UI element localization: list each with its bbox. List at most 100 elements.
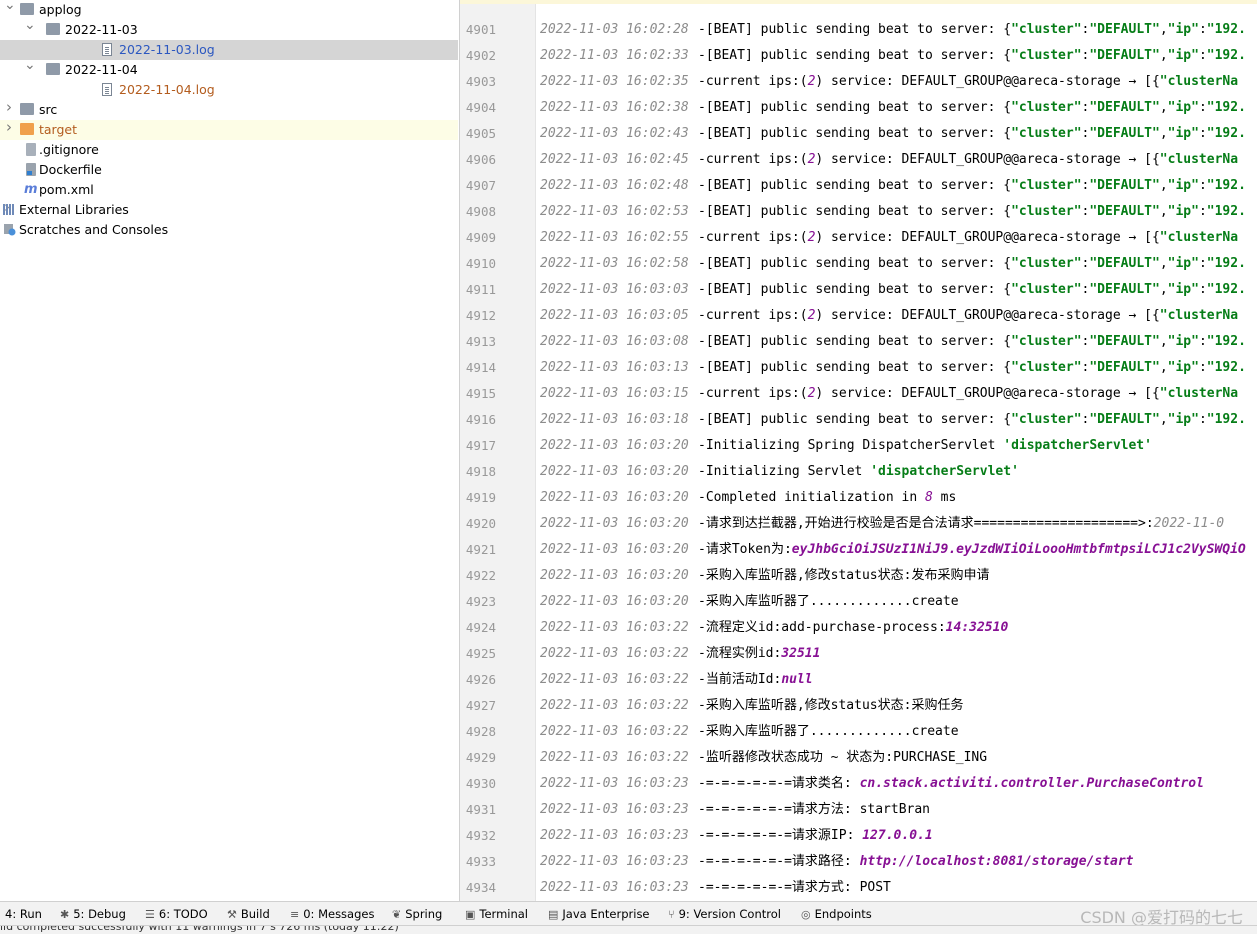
log-timestamp: 2022-11-03 16:03:20: [540, 568, 689, 583]
tool-window-run[interactable]: 4: Run: [5, 902, 42, 926]
log-message: -[BEAT] public sending beat to server: {…: [698, 412, 1246, 427]
log-line[interactable]: 4925 2022-11-03 16:03:22 -流程实例id:32511: [460, 641, 1257, 667]
log-message: -请求Token为:eyJhbGciOiJSUzI1NiJ9.eyJzdWIiO…: [698, 542, 1246, 557]
tree-item[interactable]: 2022-11-03.log: [0, 40, 458, 60]
log-line[interactable]: 4917 2022-11-03 16:03:20 -Initializing Spr…: [460, 433, 1257, 459]
log-line[interactable]: 4903 2022-11-03 16:02:35 -current ips:(2) …: [460, 69, 1257, 95]
log-timestamp: 2022-11-03 16:03:20: [540, 438, 689, 453]
log-line[interactable]: 4920 2022-11-03 16:03:20 -请求到达拦截器,开始进行校验是否…: [460, 511, 1257, 537]
log-line[interactable]: 4931 2022-11-03 16:03:23 -=-=-=-=-=-=请求方法:…: [460, 797, 1257, 823]
chevron-right-icon[interactable]: ›: [4, 120, 14, 135]
log-line[interactable]: 4902 2022-11-03 16:02:33 -[BEAT] public se…: [460, 43, 1257, 69]
folder-orange-icon: [20, 123, 34, 135]
log-line[interactable]: 4913 2022-11-03 16:03:08 -[BEAT] public se…: [460, 329, 1257, 355]
tool-window-messages[interactable]: ≡ 0: Messages: [290, 902, 374, 926]
log-line[interactable]: 4922 2022-11-03 16:03:20 -采购入库监听器,修改status…: [460, 563, 1257, 589]
project-tree: ⌄ applog ⌄ 2022-11-03 2022-11-03.log ⌄ 2022-11…: [0, 0, 458, 901]
log-line[interactable]: 4916 2022-11-03 16:03:18 -[BEAT] public se…: [460, 407, 1257, 433]
tree-item[interactable]: Scratches and Consoles: [0, 220, 458, 240]
tool-window-spring[interactable]: ❦ Spring: [392, 902, 442, 926]
tool-window-java-enterprise[interactable]: ▤ Java Enterprise: [548, 902, 650, 926]
spring-icon: ❦: [392, 907, 402, 921]
line-number: 4932: [465, 828, 496, 843]
log-line[interactable]: 4932 2022-11-03 16:03:23 -=-=-=-=-=-=请求源IP…: [460, 823, 1257, 849]
line-number: 4915: [465, 386, 496, 401]
log-line[interactable]: 4934 2022-11-03 16:03:23 -=-=-=-=-=-=请求方式:…: [460, 875, 1257, 901]
log-message: -监听器修改状态成功 ~ 状态为:PURCHASE_ING: [698, 750, 988, 765]
log-line[interactable]: 4905 2022-11-03 16:02:43 -[BEAT] public se…: [460, 121, 1257, 147]
log-line[interactable]: 4911 2022-11-03 16:03:03 -[BEAT] public se…: [460, 277, 1257, 303]
log-line[interactable]: 4923 2022-11-03 16:03:20 -采购入库监听器了........…: [460, 589, 1257, 615]
log-message: -[BEAT] public sending beat to server: {…: [698, 204, 1246, 219]
log-line[interactable]: 4921 2022-11-03 16:03:20 -请求Token为:eyJhbGc…: [460, 537, 1257, 563]
log-line[interactable]: 4929 2022-11-03 16:03:22 -监听器修改状态成功 ~ 状态为:…: [460, 745, 1257, 771]
tree-item[interactable]: 2022-11-04.log: [0, 80, 458, 100]
tree-item[interactable]: › target: [0, 120, 458, 140]
tree-item[interactable]: m pom.xml: [0, 180, 458, 200]
tree-item[interactable]: ⌄ 2022-11-03: [0, 18, 458, 40]
log-message: -采购入库监听器了.............create: [698, 724, 959, 739]
tree-item[interactable]: ›External Libraries: [0, 200, 458, 220]
tree-item-label: .gitignore: [39, 142, 99, 157]
line-number: 4922: [465, 568, 496, 583]
log-message: -[BEAT] public sending beat to server: {…: [698, 256, 1246, 271]
log-message: -Initializing Spring DispatcherServlet '…: [698, 438, 1152, 453]
log-message: -current ips:(2) service: DEFAULT_GROUP@…: [698, 74, 1239, 89]
log-line[interactable]: 4901 2022-11-03 16:02:28 -[BEAT] public se…: [460, 17, 1257, 43]
line-number: 4934: [465, 880, 496, 895]
log-editor[interactable]: 4901 2022-11-03 16:02:28 -[BEAT] public se…: [459, 0, 1257, 901]
log-line[interactable]: 4927 2022-11-03 16:03:22 -采购入库监听器,修改status…: [460, 693, 1257, 719]
tool-window-debug[interactable]: ✱ 5: Debug: [60, 902, 126, 926]
tool-window-todo[interactable]: ☰ 6: TODO: [145, 902, 208, 926]
log-line[interactable]: 4915 2022-11-03 16:03:15 -current ips:(2) …: [460, 381, 1257, 407]
log-line[interactable]: 4933 2022-11-03 16:03:23 -=-=-=-=-=-=请求路径:…: [460, 849, 1257, 875]
log-message: -current ips:(2) service: DEFAULT_GROUP@…: [698, 308, 1239, 323]
log-line[interactable]: 4907 2022-11-03 16:02:48 -[BEAT] public se…: [460, 173, 1257, 199]
tree-item[interactable]: Dockerfile: [0, 160, 458, 180]
line-number: 4907: [465, 178, 496, 193]
tree-item[interactable]: ⌄ 2022-11-04: [0, 58, 458, 80]
log-line[interactable]: 4926 2022-11-03 16:03:22 -当前活动Id:null: [460, 667, 1257, 693]
log-timestamp: 2022-11-03 16:03:08: [540, 334, 689, 349]
log-line[interactable]: 4910 2022-11-03 16:02:58 -[BEAT] public se…: [460, 251, 1257, 277]
chevron-down-icon[interactable]: ⌄: [24, 18, 36, 32]
tool-window-endpoints[interactable]: ◎ Endpoints: [801, 902, 872, 926]
libraries-icon: [3, 203, 17, 215]
log-line[interactable]: 4918 2022-11-03 16:03:20 -Initializing Ser…: [460, 459, 1257, 485]
chevron-down-icon[interactable]: ⌄: [24, 58, 36, 72]
log-line[interactable]: 4908 2022-11-03 16:02:53 -[BEAT] public se…: [460, 199, 1257, 225]
folder-icon: [20, 103, 34, 115]
log-line[interactable]: 4914 2022-11-03 16:03:13 -[BEAT] public se…: [460, 355, 1257, 381]
tool-window-build[interactable]: ⚒ Build: [227, 902, 270, 926]
log-line[interactable]: 4930 2022-11-03 16:03:23 -=-=-=-=-=-=请求类名:…: [460, 771, 1257, 797]
line-number: 4904: [465, 100, 496, 115]
tree-item[interactable]: .gitignore: [0, 140, 458, 160]
tree-item-label: 2022-11-03.log: [119, 42, 215, 57]
line-number: 4920: [465, 516, 496, 531]
log-timestamp: 2022-11-03 16:03:23: [540, 880, 689, 895]
tool-window-version-control[interactable]: ⑂ 9: Version Control: [668, 902, 781, 926]
log-message: -[BEAT] public sending beat to server: {…: [698, 360, 1246, 375]
log-timestamp: 2022-11-03 16:02:58: [540, 256, 689, 271]
log-line[interactable]: 4909 2022-11-03 16:02:55 -current ips:(2) …: [460, 225, 1257, 251]
line-number: 4924: [465, 620, 496, 635]
chevron-right-icon[interactable]: ›: [4, 100, 14, 115]
log-timestamp: 2022-11-03 16:02:45: [540, 152, 689, 167]
chevron-down-icon[interactable]: ⌄: [4, 0, 16, 12]
line-number: 4927: [465, 698, 496, 713]
log-line[interactable]: 4919 2022-11-03 16:03:20 -Completed initia…: [460, 485, 1257, 511]
log-line[interactable]: 4906 2022-11-03 16:02:45 -current ips:(2) …: [460, 147, 1257, 173]
log-message: -current ips:(2) service: DEFAULT_GROUP@…: [698, 386, 1239, 401]
line-number: 4911: [465, 282, 496, 297]
tree-item-label: target: [39, 122, 78, 137]
tree-item[interactable]: ⌄ applog: [0, 0, 458, 20]
log-message: -[BEAT] public sending beat to server: {…: [698, 126, 1246, 141]
tool-window-terminal[interactable]: ▣ Terminal: [465, 902, 528, 926]
build-icon: ⚒: [227, 907, 237, 921]
log-line[interactable]: 4924 2022-11-03 16:03:22 -流程定义id:add-purch…: [460, 615, 1257, 641]
log-line[interactable]: 4912 2022-11-03 16:03:05 -current ips:(2) …: [460, 303, 1257, 329]
log-line[interactable]: 4904 2022-11-03 16:02:38 -[BEAT] public se…: [460, 95, 1257, 121]
log-timestamp: 2022-11-03 16:02:43: [540, 126, 689, 141]
tree-item[interactable]: › src: [0, 100, 458, 120]
log-line[interactable]: 4928 2022-11-03 16:03:22 -采购入库监听器了........…: [460, 719, 1257, 745]
